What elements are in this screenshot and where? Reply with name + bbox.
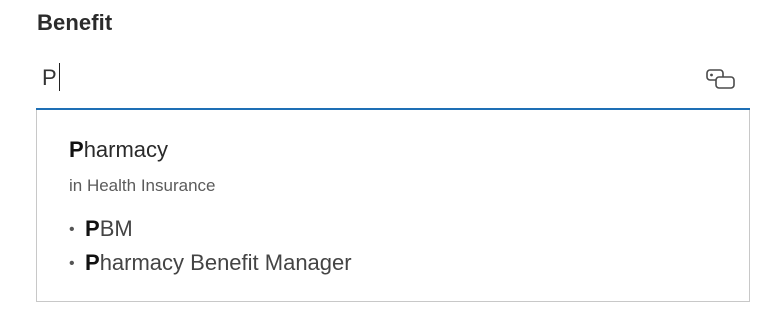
match-highlight: P	[69, 137, 84, 162]
suggestion-term-rest: harmacy	[83, 137, 169, 162]
suggestion-term[interactable]: Pharmacy	[69, 137, 168, 163]
input-value[interactable]: P	[42, 63, 60, 93]
alias-rest: harmacy Benefit Manager	[99, 250, 352, 275]
field-label: Benefit	[37, 10, 113, 35]
bullet-icon: •	[69, 221, 75, 238]
alias-list: • PBM • Pharmacy Benefit Manager	[69, 212, 352, 280]
text-caret	[58, 63, 60, 91]
alias-item[interactable]: • PBM	[69, 212, 352, 246]
alias-rest: BM	[99, 216, 133, 241]
match-highlight: P	[85, 250, 100, 275]
benefit-input[interactable]: P	[36, 56, 750, 110]
suggestions-dropdown: Pharmacy in Health Insurance • PBM • Pharm…	[36, 110, 750, 302]
bullet-icon: •	[69, 255, 75, 272]
match-highlight: P	[85, 216, 100, 241]
term-tag-icon[interactable]	[704, 64, 738, 94]
suggestion-context: in Health Insurance	[69, 176, 216, 195]
alias-item[interactable]: • Pharmacy Benefit Manager	[69, 246, 352, 280]
